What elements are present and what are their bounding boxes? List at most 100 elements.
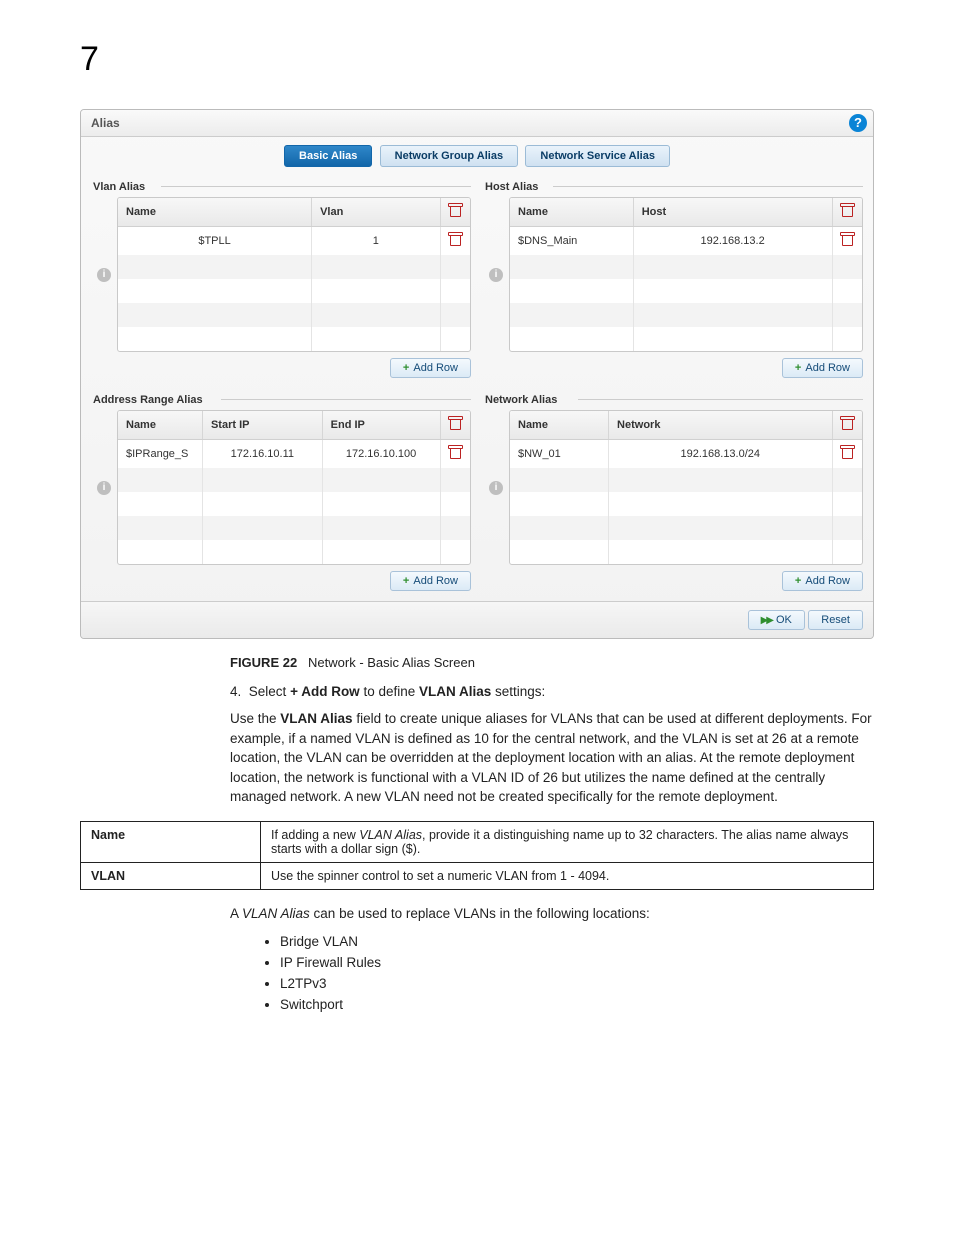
table-row [510,516,862,540]
table-row [510,540,862,564]
table-row [118,255,470,279]
col-name[interactable]: Name [510,198,633,227]
table-row [510,255,862,279]
delete-row-button[interactable] [440,227,470,256]
add-row-button[interactable]: + Add Row [390,571,471,591]
table-row[interactable]: $DNS_Main 192.168.13.2 [510,227,862,256]
table-row[interactable]: $IPRange_S 172.16.10.11 172.16.10.100 [118,440,470,469]
network-alias-grid: Name Network $NW_01 192.168.13.0/24 [509,410,863,565]
table-row [118,327,470,351]
step-bold: + Add Row [290,684,360,699]
tab-basic-alias[interactable]: Basic Alias [284,145,372,167]
step-4: 4. Select + Add Row to define VLAN Alias… [230,684,874,699]
step-text: to define [360,684,419,699]
trash-icon [450,204,461,217]
table-row [118,303,470,327]
add-row-label: Add Row [805,575,850,587]
table-row[interactable]: $TPLL 1 [118,227,470,256]
add-row-label: Add Row [413,575,458,587]
alias-panel: Alias ? Basic Alias Network Group Alias … [80,109,874,639]
plus-icon: + [403,362,409,374]
delete-row-button[interactable] [832,440,862,469]
col-delete[interactable] [440,411,470,440]
post-paragraph: A VLAN Alias can be used to replace VLAN… [230,906,874,921]
col-delete[interactable] [832,198,862,227]
table-row [118,516,470,540]
table-row [118,540,470,564]
list-item: L2TPv3 [280,973,874,994]
col-name[interactable]: Name [510,411,609,440]
add-row-button[interactable]: +Add Row [782,358,863,378]
tab-network-service-alias[interactable]: Network Service Alias [525,145,670,167]
step-text: Select [249,684,290,699]
delete-row-button[interactable] [440,440,470,469]
add-row-button[interactable]: + Add Row [390,358,471,378]
def-key-vlan: VLAN [81,862,261,889]
col-delete[interactable] [440,198,470,227]
definition-table: Name If adding a new VLAN Alias, provide… [80,821,874,890]
table-row [118,468,470,492]
trash-icon [842,446,853,459]
trash-icon [450,233,461,246]
info-icon[interactable]: i [489,481,503,495]
ok-button[interactable]: ▶▶ OK [748,610,805,630]
add-row-button[interactable]: +Add Row [782,571,863,591]
table-row [118,492,470,516]
trash-icon [842,233,853,246]
cell-name: $IPRange_S [118,440,202,469]
delete-row-button[interactable] [832,227,862,256]
col-end-ip[interactable]: End IP [322,411,440,440]
trash-icon [842,417,853,430]
address-range-alias-label: Address Range Alias [91,388,471,410]
cell-name: $NW_01 [510,440,609,469]
tab-bar: Basic Alias Network Group Alias Network … [81,137,873,171]
paragraph-vlan-alias: Use the VLAN Alias field to create uniqu… [230,709,874,807]
chapter-number: 7 [80,40,874,79]
panel-title: Alias [91,116,120,130]
list-item: Switchport [280,994,874,1015]
figure-caption: FIGURE 22 Network - Basic Alias Screen [230,655,874,670]
col-host[interactable]: Host [633,198,832,227]
cell-end-ip: 172.16.10.100 [322,440,440,469]
info-icon[interactable]: i [489,268,503,282]
def-key-name: Name [81,821,261,862]
trash-icon [842,204,853,217]
col-delete[interactable] [832,411,862,440]
plus-icon: + [403,575,409,587]
vlan-alias-label: Vlan Alias [91,175,471,197]
panel-title-bar: Alias ? [81,110,873,137]
figure-text: Network - Basic Alias Screen [308,655,475,670]
cell-network: 192.168.13.0/24 [609,440,832,469]
cell-host: 192.168.13.2 [633,227,832,256]
step-bold: VLAN Alias [419,684,491,699]
ok-label: OK [776,614,792,626]
help-icon[interactable]: ? [849,114,867,132]
table-row [510,303,862,327]
col-start-ip[interactable]: Start IP [202,411,322,440]
col-name[interactable]: Name [118,198,312,227]
col-vlan[interactable]: Vlan [312,198,440,227]
network-alias-label: Network Alias [483,388,863,410]
forward-icon: ▶▶ [761,615,772,626]
plus-icon: + [795,362,801,374]
table-row[interactable]: $NW_01 192.168.13.0/24 [510,440,862,469]
table-row [510,327,862,351]
address-range-grid: Name Start IP End IP $IPRange_S 172.16.1… [117,410,471,565]
reset-button[interactable]: Reset [808,610,863,630]
list-item: IP Firewall Rules [280,952,874,973]
table-row [118,279,470,303]
col-network[interactable]: Network [609,411,832,440]
para-bold: VLAN Alias [280,711,352,726]
info-icon[interactable]: i [97,481,111,495]
cell-start-ip: 172.16.10.11 [202,440,322,469]
col-name[interactable]: Name [118,411,202,440]
vlan-alias-grid: Name Vlan $TPLL 1 [117,197,471,352]
list-item: Bridge VLAN [280,931,874,952]
tab-network-group-alias[interactable]: Network Group Alias [380,145,518,167]
add-row-label: Add Row [413,362,458,374]
para-text: Use the [230,711,280,726]
table-row [510,492,862,516]
locations-list: Bridge VLAN IP Firewall Rules L2TPv3 Swi… [280,931,874,1015]
table-row [510,279,862,303]
info-icon[interactable]: i [97,268,111,282]
